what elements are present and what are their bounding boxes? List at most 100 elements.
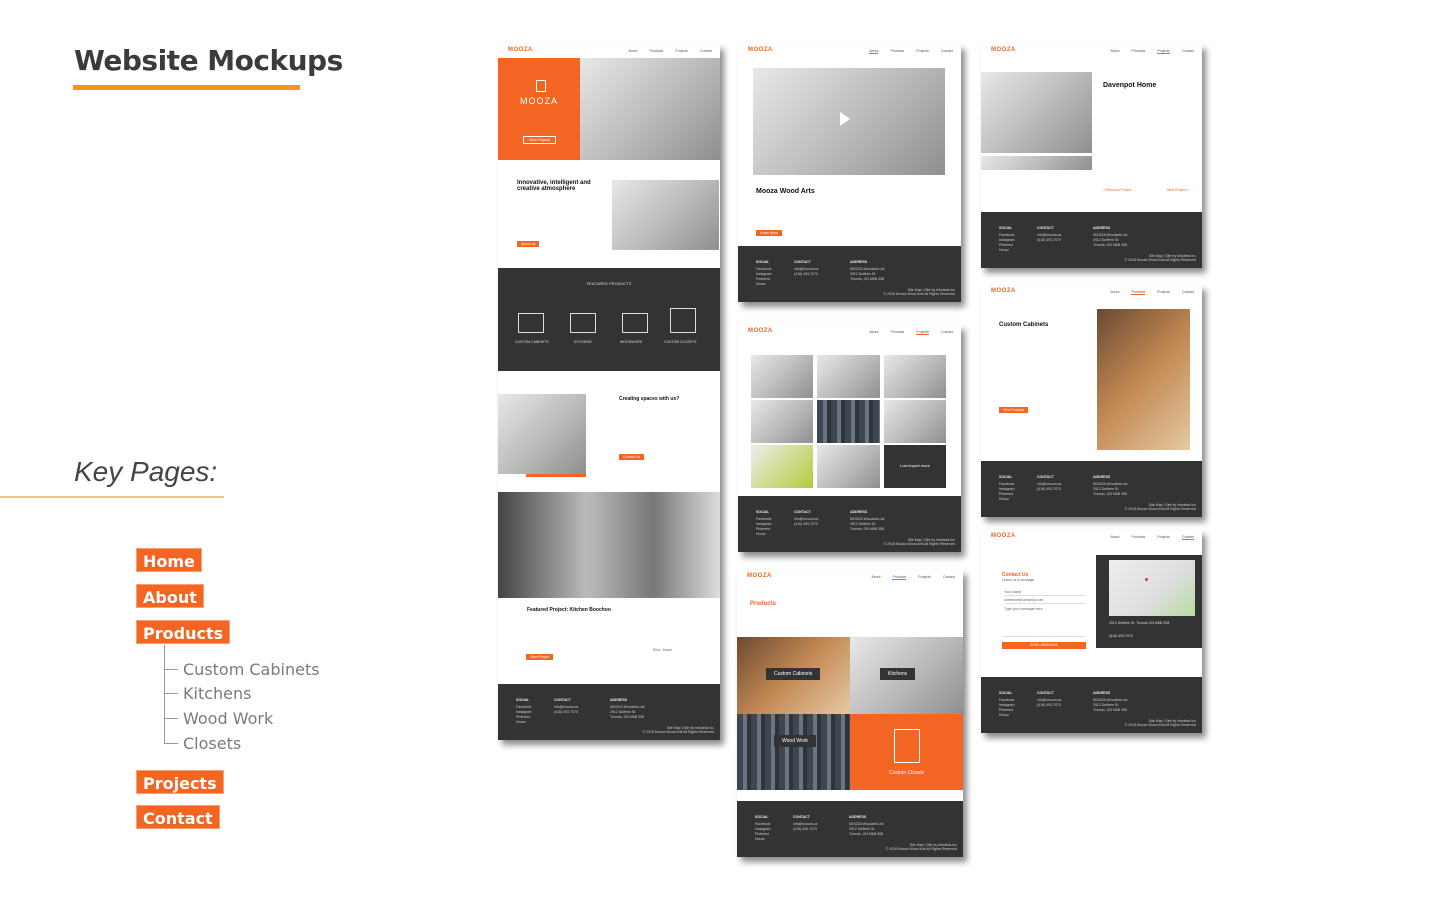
next-project-link[interactable]: Next Project » — [1167, 188, 1189, 193]
nav-contact[interactable]: Contact — [1181, 535, 1194, 540]
tile-label[interactable]: Custom Cabinets — [766, 668, 821, 680]
site-footer: SOCIAL Facebook Instagram Pinterest Houzz… — [498, 684, 720, 740]
gallery-image[interactable] — [751, 400, 813, 443]
mockup-products[interactable]: MOOZA About Products Projects Contact Pr… — [737, 570, 963, 857]
nav-products[interactable]: Products — [890, 49, 904, 54]
nav-contact[interactable]: Contact — [700, 49, 712, 53]
map-panel: 2912 Dufferin St. Toronto ON M6B 3S8 (41… — [1096, 555, 1202, 648]
nav-about[interactable]: About — [869, 330, 878, 335]
about-us-button[interactable]: About Us — [517, 241, 540, 247]
subpage-custom-cabinets[interactable]: Custom Cabinets — [183, 660, 320, 679]
social-links[interactable]: Facebook Instagram Pinterest Houzz — [516, 705, 532, 724]
testimonial-author: Eliot - Karen — [653, 648, 673, 652]
page-home[interactable]: Home — [136, 548, 202, 572]
nav-products[interactable]: Products — [1131, 535, 1145, 540]
about-title: Mooza Wood Arts — [756, 188, 815, 195]
mooza-logo[interactable]: MOOZA — [748, 328, 773, 334]
mooza-logo[interactable]: MOOZA — [508, 47, 533, 53]
mooza-logo[interactable]: MOOZA — [991, 47, 1016, 53]
mooza-logo[interactable]: MOOZA — [748, 47, 773, 53]
view-projects-button[interactable]: View Projects — [999, 407, 1029, 413]
email-field[interactable]: someone@company.com — [1004, 598, 1084, 604]
play-icon[interactable] — [840, 112, 850, 126]
social-links[interactable]: Facebook Instagram Pinterest Houzz — [999, 698, 1015, 717]
nav-projects[interactable]: Projects — [918, 575, 931, 580]
project-thumbnails[interactable] — [981, 156, 1092, 170]
closet-icon[interactable] — [670, 308, 696, 333]
contact-us-button[interactable]: Contact Us — [619, 454, 645, 460]
gallery-image[interactable] — [817, 355, 880, 398]
map[interactable] — [1109, 560, 1195, 616]
nav-products[interactable]: Products — [1131, 49, 1145, 54]
page-products[interactable]: Products — [136, 620, 231, 644]
nav-products[interactable]: Products — [649, 49, 663, 53]
social-links[interactable]: Facebook Instagram Pinterest Houzz — [999, 233, 1015, 252]
page-projects[interactable]: Projects — [136, 770, 224, 794]
nav-projects[interactable]: Projects — [1157, 535, 1170, 540]
nav-contact[interactable]: Contact — [943, 575, 955, 580]
gallery-image[interactable] — [884, 400, 946, 443]
nav-contact[interactable]: Contact — [1182, 290, 1194, 295]
nav-about[interactable]: About — [871, 575, 880, 580]
social-links[interactable]: Facebook Instagram Pinterest Houzz — [999, 482, 1015, 501]
tile-image[interactable] — [737, 714, 850, 790]
send-message-button[interactable]: SEND MESSAGE — [1002, 642, 1086, 649]
mooza-logo[interactable]: MOOZA — [747, 573, 772, 579]
tile-label[interactable]: Wood Work — [774, 735, 816, 747]
mockup-projects[interactable]: MOOZA About Products Projects Contact Lo… — [738, 325, 961, 552]
view-project-button[interactable]: View Project — [526, 654, 554, 660]
nav-contact[interactable]: Contact — [1182, 49, 1194, 54]
woodwork-icon[interactable] — [622, 313, 648, 333]
title-underline — [73, 85, 300, 90]
mooza-logo[interactable]: MOOZA — [991, 288, 1016, 294]
accent-bar — [526, 474, 586, 477]
gallery-image[interactable] — [817, 400, 880, 443]
tile-label[interactable]: Kitchens — [880, 668, 916, 680]
mockup-contact[interactable]: MOOZA About Products Projects Contact Co… — [981, 530, 1202, 733]
nav-about[interactable]: About — [628, 49, 637, 53]
key-pages-divider — [0, 496, 224, 498]
page-contact[interactable]: Contact — [136, 805, 220, 829]
nav-projects[interactable]: Projects — [675, 49, 688, 53]
nav-contact[interactable]: Contact — [941, 49, 953, 54]
social-links[interactable]: Facebook Instagram Pinterest Houzz — [756, 267, 772, 286]
gallery-image[interactable] — [884, 355, 946, 398]
message-field[interactable]: Type your message here... — [1004, 607, 1084, 637]
gallery-more-tile[interactable]: Low import more — [884, 445, 946, 488]
tile-closets[interactable]: Custom Closets — [850, 714, 963, 790]
featured-products: FEATURED PRODUCTS CUSTOM CABINETS KITCHE… — [498, 268, 720, 371]
page-about[interactable]: About — [136, 584, 204, 608]
nav-about[interactable]: About — [1110, 49, 1119, 54]
nav-projects[interactable]: Projects — [916, 330, 929, 335]
nav-products[interactable]: Products — [1131, 290, 1146, 295]
gallery-image[interactable] — [751, 355, 813, 398]
nav-about[interactable]: About — [1110, 535, 1119, 540]
name-field[interactable]: Your Name — [1004, 590, 1084, 596]
nav-products[interactable]: Products — [890, 330, 904, 335]
mooza-logo[interactable]: MOOZA — [991, 533, 1016, 539]
prev-project-link[interactable]: « Previous Project — [1103, 188, 1131, 193]
gallery-image[interactable] — [817, 445, 880, 488]
social-links[interactable]: Facebook Instagram Pinterest Houzz — [755, 822, 771, 841]
nav-contact[interactable]: Contact — [941, 330, 953, 335]
kitchen-sink-icon[interactable] — [570, 313, 596, 333]
mockup-about[interactable]: MOOZA About Products Projects Contact Mo… — [738, 44, 961, 302]
nav-projects[interactable]: Projects — [916, 49, 929, 54]
gallery-image[interactable] — [751, 445, 813, 488]
social-links[interactable]: Facebook Instagram Pinterest Houzz — [756, 517, 772, 536]
nav-projects[interactable]: Projects — [1157, 290, 1170, 295]
view-projects-button[interactable]: View Projects — [523, 136, 557, 144]
contact-info: info@mooza.ca (416) 493-7070 — [1037, 698, 1062, 707]
nav-about[interactable]: About — [869, 49, 879, 54]
subpage-kitchens[interactable]: Kitchens — [183, 684, 251, 703]
mockup-home[interactable]: MOOZA About Products Projects Contact MO… — [498, 44, 720, 740]
nav-about[interactable]: About — [1110, 290, 1119, 295]
learn-more-button[interactable]: Learn More — [756, 230, 782, 236]
cabinet-icon[interactable] — [518, 313, 544, 333]
nav-products[interactable]: Products — [892, 575, 907, 580]
subpage-closets[interactable]: Closets — [183, 734, 241, 753]
mockup-project-detail[interactable]: MOOZA About Products Projects Contact Da… — [981, 44, 1202, 268]
nav-projects[interactable]: Projects — [1157, 49, 1170, 54]
subpage-wood-work[interactable]: Wood Work — [183, 709, 273, 728]
mockup-custom-cabinets[interactable]: MOOZA About Products Projects Contact Cu… — [981, 285, 1202, 517]
